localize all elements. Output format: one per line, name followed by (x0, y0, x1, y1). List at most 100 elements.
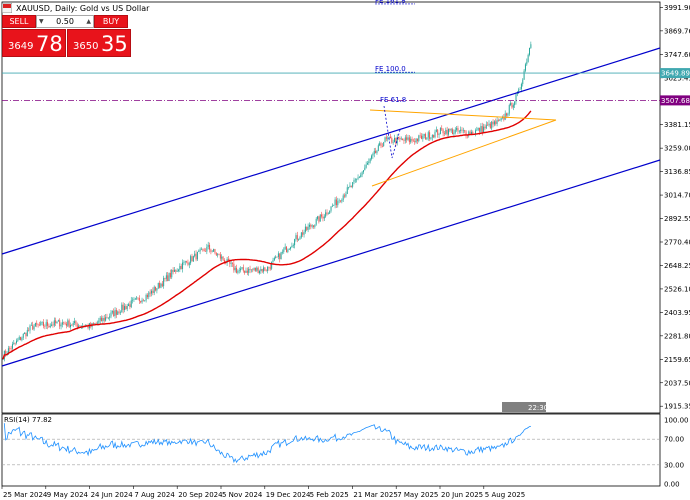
candle-body (114, 309, 116, 317)
candle-body (249, 268, 251, 270)
candle-body (250, 269, 252, 271)
price-axis-label: 2281.80 (664, 332, 690, 340)
chart-title-bar: XAUUSD, Daily: Gold vs US Dollar (2, 3, 149, 13)
buy-price-box[interactable]: 3650 35 (67, 29, 131, 57)
channel-lower-line[interactable] (1, 159, 661, 367)
candle-body (145, 294, 147, 301)
candle-body (302, 232, 304, 235)
fib-level-label: FE 100.0 (375, 65, 406, 73)
lot-size-value[interactable]: 0.50 (56, 17, 74, 26)
buy-button[interactable]: BUY (94, 15, 128, 28)
candle-body (264, 267, 266, 271)
moving-average-line[interactable] (2, 110, 532, 360)
lot-size-stepper[interactable]: ▼ 0.50 ▲ (36, 15, 94, 28)
candle-body (429, 132, 431, 139)
candle-body (215, 252, 217, 256)
candle-body (364, 167, 366, 171)
candle-body (325, 212, 327, 217)
candle-body (190, 256, 192, 264)
rsi-panel-frame (1, 413, 661, 487)
candle-body (242, 267, 244, 271)
candle-body (419, 135, 421, 137)
increase-icon[interactable]: ▲ (86, 18, 91, 25)
candle-body (298, 239, 300, 240)
candle-body (512, 105, 514, 108)
candle-body (346, 187, 348, 195)
candle-body (155, 286, 157, 291)
candle-body (337, 201, 339, 206)
candle-body (493, 121, 495, 125)
candle-body (33, 326, 35, 330)
candle-body (171, 270, 173, 278)
candle-body (477, 127, 479, 130)
candle-body (421, 135, 422, 139)
candle-body (367, 163, 368, 165)
candle-body (410, 138, 412, 143)
candle-body (67, 320, 69, 326)
candle-body (43, 322, 44, 327)
candle-body (125, 306, 127, 310)
candle-body (214, 249, 216, 253)
candle-body (456, 128, 458, 130)
candle-body (484, 126, 486, 129)
candle-body (195, 253, 197, 260)
candle-body (295, 235, 297, 240)
candle-body (275, 256, 277, 258)
candle-body (457, 128, 459, 132)
candle-body (383, 142, 385, 147)
candle-body (392, 142, 394, 143)
candle-body (504, 113, 506, 120)
candle-body (136, 297, 138, 299)
price-axis-label: 2770.40 (664, 238, 690, 246)
candle-body (519, 89, 521, 90)
time-axis-label: 20 Jun 2025 (441, 491, 483, 499)
candle-body (217, 254, 219, 256)
candle-body (186, 261, 188, 263)
candle-body (380, 143, 382, 147)
candle-body (365, 164, 367, 168)
candle-body (314, 224, 316, 227)
candle-body (452, 129, 454, 135)
candle-body (263, 267, 265, 272)
rsi-line[interactable] (3, 423, 532, 464)
candle-body (169, 273, 171, 278)
candle-body (315, 218, 317, 225)
candle-body (272, 260, 274, 262)
candle-body (97, 322, 98, 324)
candle-body (59, 320, 61, 327)
candle-body (353, 179, 355, 183)
candle-body (322, 216, 324, 219)
candle-body (130, 300, 132, 308)
channel-upper-line[interactable] (1, 47, 661, 255)
candle-body (341, 200, 343, 202)
candle-body (422, 135, 424, 139)
candle-body (283, 249, 285, 252)
time-axis-label: 25 Mar 2024 (3, 491, 48, 499)
candle-body (334, 199, 336, 205)
time-axis-label: 5 Nov 2024 (222, 491, 263, 499)
candle-body (246, 270, 248, 273)
candle-body (529, 47, 530, 55)
candle-body (57, 320, 59, 322)
candle-body (434, 131, 436, 138)
candle-body (273, 257, 275, 261)
candle-body (450, 129, 452, 131)
candle-body (412, 140, 414, 142)
sell-price-box[interactable]: 3649 78 (2, 29, 66, 57)
candle-body (379, 143, 381, 146)
candle-body (400, 138, 402, 140)
candle-body (381, 146, 383, 147)
candle-body (2, 359, 4, 360)
candle-body (399, 137, 401, 140)
chart-canvas[interactable]: 3991.903869.763747.603625.453503.303381.… (0, 0, 690, 500)
candle-body (41, 322, 43, 323)
sell-button[interactable]: SELL (2, 15, 36, 28)
candle-body (101, 317, 103, 322)
candle-body (304, 226, 306, 232)
time-axis-label: 19 Dec 2024 (266, 491, 311, 499)
decrease-icon[interactable]: ▼ (39, 18, 44, 25)
candle-body (430, 137, 432, 139)
candle-body (437, 129, 439, 135)
candle-body (371, 155, 373, 159)
time-axis-label: 7 Aug 2024 (134, 491, 175, 499)
